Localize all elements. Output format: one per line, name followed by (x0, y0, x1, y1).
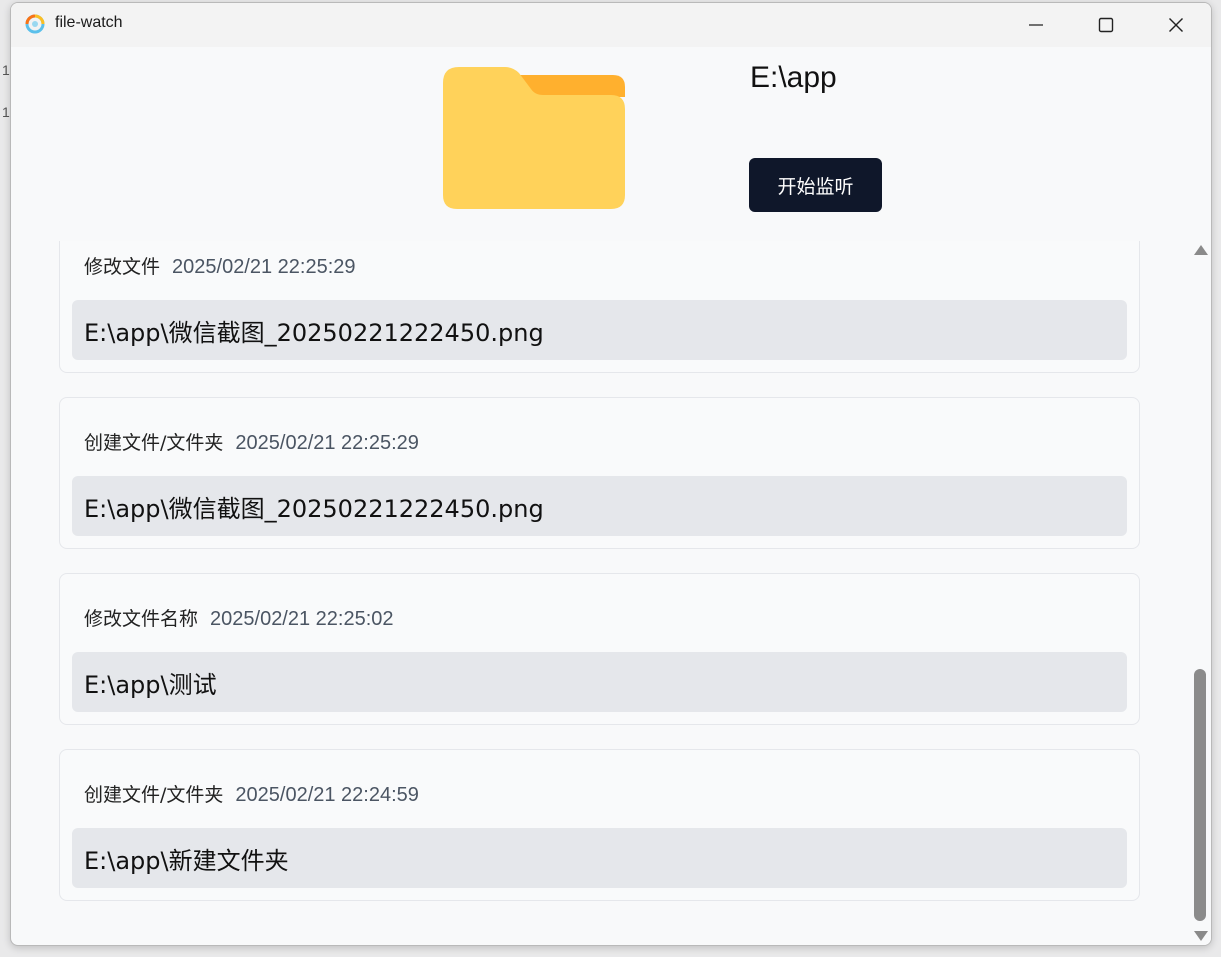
event-type: 修改文件 (84, 256, 161, 278)
event-header: 创建文件/文件夹 2025/02/21 22:24:59 (84, 780, 419, 807)
close-button[interactable] (1141, 3, 1211, 47)
maximize-button[interactable] (1071, 3, 1141, 47)
title-bar[interactable]: file-watch (11, 3, 1211, 47)
folder-header: E:\app 开始监听 (11, 47, 1211, 241)
event-path: E:\app\微信截图_20250221222450.png (72, 300, 1127, 360)
minimize-icon (1029, 24, 1043, 26)
event-card: 修改文件名称 2025/02/21 22:25:02 E:\app\测试 (59, 573, 1140, 725)
app-window: file-watch E:\app 开始监听 修改文件 2025/02/21 22… (10, 2, 1212, 946)
scroll-up-arrow-icon[interactable] (1194, 245, 1208, 255)
backdrop-text: 1 (2, 62, 10, 78)
minimize-button[interactable] (1001, 3, 1071, 47)
start-watch-button[interactable]: 开始监听 (749, 158, 882, 212)
event-list[interactable]: 修改文件 2025/02/21 22:25:29 E:\app\微信截图_20250… (11, 241, 1189, 945)
vertical-scrollbar[interactable] (1189, 241, 1211, 945)
event-path: E:\app\新建文件夹 (72, 828, 1127, 888)
window-title: file-watch (55, 14, 123, 31)
watched-path-title: E:\app (750, 61, 837, 94)
maximize-icon (1098, 17, 1114, 33)
event-type: 修改文件名称 (84, 608, 199, 630)
scroll-thumb[interactable] (1194, 669, 1206, 921)
folder-icon[interactable] (443, 67, 625, 209)
event-header: 修改文件名称 2025/02/21 22:25:02 (84, 604, 394, 631)
event-path: E:\app\微信截图_20250221222450.png (72, 476, 1127, 536)
event-header: 修改文件 2025/02/21 22:25:29 (84, 252, 356, 279)
event-header: 创建文件/文件夹 2025/02/21 22:25:29 (84, 428, 419, 455)
close-icon (1169, 18, 1183, 32)
event-timestamp: 2025/02/21 22:25:29 (235, 432, 419, 454)
app-logo-icon (25, 14, 45, 34)
event-card: 创建文件/文件夹 2025/02/21 22:24:59 E:\app\新建文件夹 (59, 749, 1140, 901)
event-timestamp: 2025/02/21 22:25:02 (210, 608, 394, 630)
event-path: E:\app\测试 (72, 652, 1127, 712)
scroll-down-arrow-icon[interactable] (1194, 931, 1208, 941)
event-timestamp: 2025/02/21 22:24:59 (235, 784, 419, 806)
backdrop-text: 1 (2, 104, 10, 120)
event-card: 修改文件 2025/02/21 22:25:29 E:\app\微信截图_20250… (59, 241, 1140, 373)
event-card: 创建文件/文件夹 2025/02/21 22:25:29 E:\app\微信截图_2… (59, 397, 1140, 549)
event-type: 创建文件/文件夹 (84, 432, 224, 454)
event-type: 创建文件/文件夹 (84, 784, 224, 806)
event-timestamp: 2025/02/21 22:25:29 (172, 256, 356, 278)
